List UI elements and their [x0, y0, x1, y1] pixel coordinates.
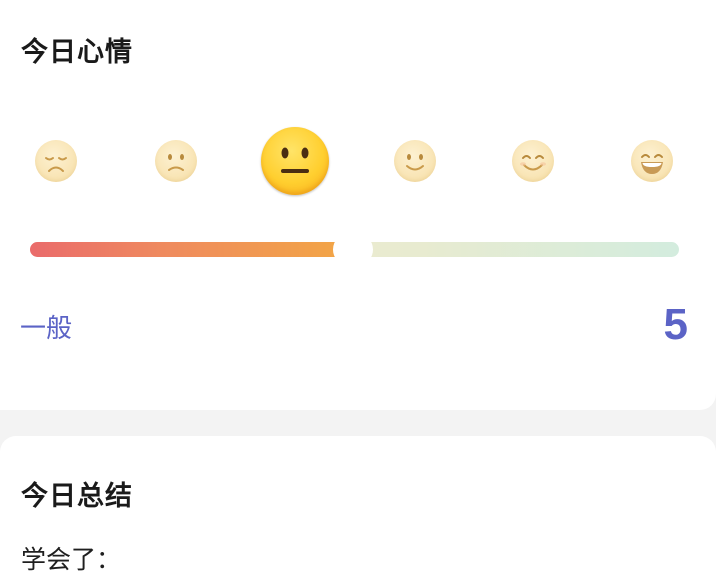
- smiling-face-icon[interactable]: [512, 140, 554, 182]
- mood-slider-fill: [30, 242, 336, 257]
- sad-face-icon[interactable]: [35, 140, 77, 182]
- mood-slider-thumb[interactable]: [333, 233, 374, 266]
- slightly-smiling-face-icon[interactable]: [394, 140, 436, 182]
- slightly-frowning-face-icon[interactable]: [155, 140, 197, 182]
- mood-title: 今日心情: [21, 37, 133, 68]
- summary-title: 今日总结: [21, 481, 133, 512]
- mood-card: 今日心情 一般 5: [0, 0, 716, 410]
- learned-label: 学会了：: [21, 545, 122, 574]
- summary-card: 今日总结 学会了：: [0, 436, 716, 580]
- mood-score: 5: [663, 300, 688, 349]
- grinning-face-icon[interactable]: [631, 140, 673, 182]
- mood-label: 一般: [20, 314, 73, 344]
- neutral-face-icon[interactable]: [261, 127, 329, 195]
